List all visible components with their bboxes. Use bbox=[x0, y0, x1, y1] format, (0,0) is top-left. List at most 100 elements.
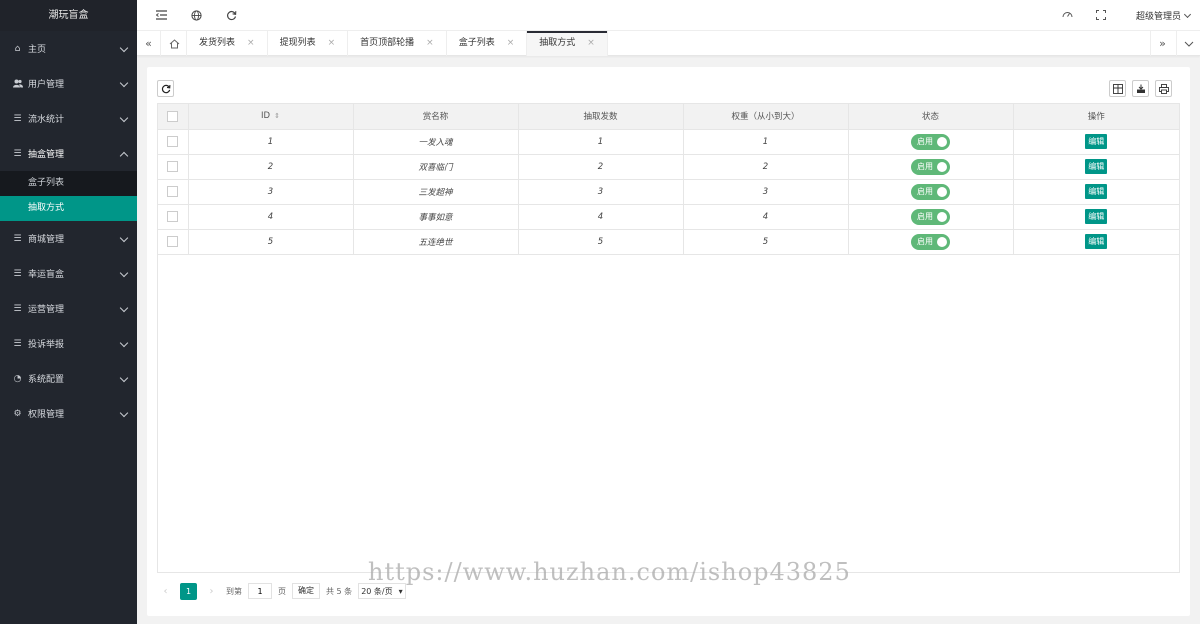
menu-toggle-icon[interactable] bbox=[155, 9, 167, 21]
cell-weight: 2 bbox=[683, 154, 849, 180]
close-icon[interactable]: × bbox=[426, 38, 434, 48]
chevron-down-icon bbox=[119, 408, 129, 418]
tab-label: 首页顶部轮播 bbox=[360, 38, 415, 48]
chevron-down-icon bbox=[119, 268, 129, 278]
toggle-knob bbox=[937, 211, 947, 222]
row-checkbox[interactable] bbox=[167, 236, 179, 247]
sidebar-item-mall[interactable]: ☰ 商城管理 bbox=[0, 221, 137, 256]
edit-button[interactable]: 编辑 bbox=[1085, 184, 1108, 199]
chevron-down-icon bbox=[119, 338, 129, 348]
export-button[interactable] bbox=[1132, 80, 1149, 97]
refresh-icon[interactable] bbox=[225, 9, 237, 21]
sidebar-item-label: 主页 bbox=[28, 45, 47, 55]
tab-withdraw-list[interactable]: 提现列表 × bbox=[268, 31, 349, 56]
tabs-scroll-right-icon[interactable]: » bbox=[1150, 31, 1174, 56]
columns-filter-button[interactable] bbox=[1109, 80, 1126, 97]
next-page-icon[interactable]: › bbox=[203, 583, 220, 600]
goto-page-input[interactable] bbox=[248, 583, 272, 599]
chevron-down-icon bbox=[119, 233, 129, 243]
sidebar-item-label: 流水统计 bbox=[28, 115, 65, 125]
table-row: 3 三发超神 3 3 启用 编辑 bbox=[158, 179, 1179, 205]
row-checkbox[interactable] bbox=[167, 186, 179, 197]
data-table: ID ⇕ 赏名称 抽取发数 权重（从小到大） 状态 操作 1 一发入魂 1 1 启… bbox=[157, 103, 1180, 573]
submenu-draw-management: 盒子列表 抽取方式 bbox=[0, 171, 137, 221]
list-icon: ☰ bbox=[13, 303, 22, 314]
sidebar-item-statistics[interactable]: ☰ 流水统计 bbox=[0, 101, 137, 136]
column-header-id[interactable]: ID ⇕ bbox=[188, 104, 354, 130]
cell-draw-count: 3 bbox=[518, 179, 684, 205]
print-button[interactable] bbox=[1155, 80, 1172, 97]
sidebar-item-home[interactable]: ⌂ 主页 bbox=[0, 31, 137, 66]
user-menu[interactable]: 超级管理员 bbox=[1135, 9, 1192, 22]
row-checkbox[interactable] bbox=[167, 211, 179, 222]
cell-weight: 1 bbox=[683, 129, 849, 155]
sidebar-item-complaints[interactable]: ☰ 投诉举报 bbox=[0, 326, 137, 361]
row-checkbox[interactable] bbox=[167, 136, 179, 147]
status-toggle[interactable]: 启用 bbox=[911, 133, 950, 150]
prev-page-icon[interactable]: ‹ bbox=[157, 583, 174, 600]
cell-weight: 5 bbox=[683, 229, 849, 255]
toggle-knob bbox=[937, 161, 947, 172]
cell-name: 一发入魂 bbox=[353, 129, 519, 155]
goto-label: 到第 bbox=[226, 586, 242, 596]
sidebar-item-label: 幸运盲盒 bbox=[28, 270, 65, 280]
cell-name: 事事如意 bbox=[353, 204, 519, 230]
home-tab-icon[interactable] bbox=[163, 31, 187, 56]
tab-box-list[interactable]: 盒子列表 × bbox=[447, 31, 528, 56]
tab-home-carousel[interactable]: 首页顶部轮播 × bbox=[348, 31, 447, 56]
tab-shipping-list[interactable]: 发货列表 × bbox=[187, 31, 268, 56]
tabs-scroll-left-icon[interactable]: « bbox=[137, 31, 161, 56]
close-icon[interactable]: × bbox=[507, 38, 515, 48]
cell-id: 1 bbox=[188, 129, 354, 155]
page-number-current[interactable]: 1 bbox=[180, 582, 197, 600]
theme-icon[interactable] bbox=[1061, 9, 1073, 21]
edit-button[interactable]: 编辑 bbox=[1085, 234, 1108, 249]
edit-button[interactable]: 编辑 bbox=[1085, 209, 1108, 224]
cell-name: 双喜临门 bbox=[353, 154, 519, 180]
select-all-checkbox[interactable] bbox=[167, 110, 179, 122]
close-icon[interactable]: × bbox=[587, 38, 595, 48]
status-toggle[interactable]: 启用 bbox=[911, 158, 950, 175]
sidebar-item-label: 用户管理 bbox=[28, 80, 65, 90]
close-icon[interactable]: × bbox=[328, 38, 336, 48]
status-toggle[interactable]: 启用 bbox=[911, 208, 950, 225]
globe-icon[interactable] bbox=[190, 9, 202, 21]
tabs-bar: « 发货列表 × 提现列表 × 首页顶部轮播 × 盒子列表 × 抽取方式 × » bbox=[137, 31, 1200, 56]
sidebar-item-users[interactable]: 用户管理 bbox=[0, 66, 137, 101]
sidebar-subitem-draw-method[interactable]: 抽取方式 bbox=[0, 196, 137, 221]
sidebar-item-draw-management[interactable]: ☰ 抽盒管理 bbox=[0, 136, 137, 171]
sidebar-item-operations[interactable]: ☰ 运营管理 bbox=[0, 291, 137, 326]
cell-id: 2 bbox=[188, 154, 354, 180]
fullscreen-icon[interactable] bbox=[1095, 9, 1107, 21]
edit-button[interactable]: 编辑 bbox=[1085, 134, 1108, 149]
users-icon bbox=[12, 78, 23, 89]
status-toggle[interactable]: 启用 bbox=[911, 183, 950, 200]
goto-confirm-button[interactable]: 确定 bbox=[292, 583, 320, 599]
sort-icon[interactable]: ⇕ bbox=[274, 112, 280, 120]
user-name: 超级管理员 bbox=[1135, 12, 1181, 22]
sidebar-subitem-box-list[interactable]: 盒子列表 bbox=[0, 171, 137, 196]
list-icon: ☰ bbox=[13, 148, 22, 159]
toggle-knob bbox=[937, 236, 947, 247]
tab-draw-method[interactable]: 抽取方式 × bbox=[527, 31, 608, 56]
cell-id: 5 bbox=[188, 229, 354, 255]
tabs-dropdown-icon[interactable] bbox=[1176, 31, 1200, 56]
cell-weight: 3 bbox=[683, 179, 849, 205]
status-toggle[interactable]: 启用 bbox=[911, 233, 950, 250]
table-toolbar bbox=[157, 80, 1180, 98]
table-row: 1 一发入魂 1 1 启用 编辑 bbox=[158, 129, 1179, 155]
row-checkbox[interactable] bbox=[167, 161, 179, 172]
app-logo: 潮玩盲盒 bbox=[0, 0, 137, 31]
cell-id: 3 bbox=[188, 179, 354, 205]
sidebar-item-permissions[interactable]: ⚙ 权限管理 bbox=[0, 396, 137, 431]
sidebar-item-lucky-box[interactable]: ☰ 幸运盲盒 bbox=[0, 256, 137, 291]
table-row: 4 事事如意 4 4 启用 编辑 bbox=[158, 204, 1179, 230]
edit-button[interactable]: 编辑 bbox=[1085, 159, 1108, 174]
close-icon[interactable]: × bbox=[247, 38, 255, 48]
refresh-button[interactable] bbox=[157, 80, 174, 97]
column-header-status: 状态 bbox=[848, 104, 1014, 130]
chevron-down-icon bbox=[119, 113, 129, 123]
cell-draw-count: 5 bbox=[518, 229, 684, 255]
sidebar-item-label: 投诉举报 bbox=[28, 340, 65, 350]
sidebar-item-system-config[interactable]: ◔ 系统配置 bbox=[0, 361, 137, 396]
